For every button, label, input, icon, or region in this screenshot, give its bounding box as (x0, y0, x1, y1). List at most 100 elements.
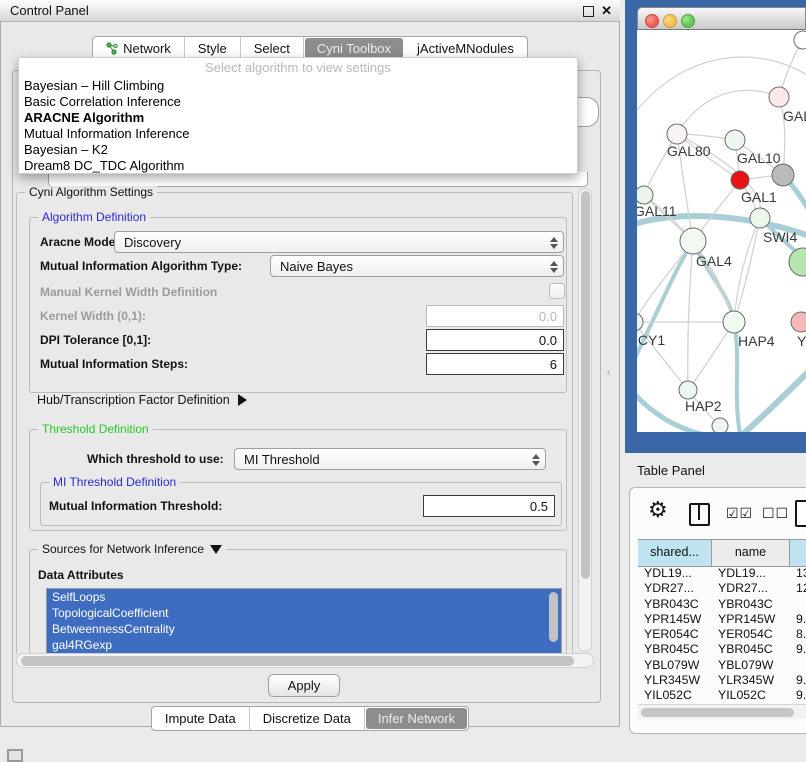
network-node-big-green[interactable] (789, 248, 806, 276)
mi-steps-input[interactable]: 6 (426, 353, 564, 375)
scrollbar-thumb[interactable] (581, 191, 590, 579)
network-node-gray-node[interactable] (772, 164, 794, 186)
algorithm-option[interactable]: Bayesian – K2 (19, 142, 577, 158)
network-node-GCY1[interactable] (637, 313, 643, 331)
scrollbar-thumb[interactable] (21, 656, 574, 666)
network-node-GAL10[interactable] (725, 130, 745, 150)
network-node-HAP2[interactable] (679, 381, 697, 399)
table-cell: 9. (790, 673, 806, 688)
table-row[interactable]: YER054CYER054C8. (638, 627, 806, 642)
split-view-icon[interactable] (689, 503, 710, 526)
network-node-HAP4[interactable] (723, 311, 745, 333)
manual-kernel-label: Manual Kernel Width Definition (40, 285, 217, 299)
table-column-header[interactable]: name (712, 540, 790, 566)
minimize-window-icon[interactable] (663, 14, 677, 28)
table-cell: YBR045C (638, 642, 712, 657)
settings-group-title: Cyni Algorithm Settings (25, 186, 157, 199)
panel-grip-icon[interactable] (7, 749, 23, 762)
expanded-arrow-icon[interactable] (210, 545, 222, 554)
table-cell: 9. (790, 688, 806, 703)
float-panel-icon[interactable] (583, 6, 594, 17)
table-horizontal-scrollbar[interactable] (638, 704, 806, 719)
table-cell (790, 658, 806, 673)
table-row[interactable]: YBL079WYBL079W (638, 658, 806, 673)
network-canvas[interactable]: GALGAL80GAL10GAL1GAL11SWI4GAL4GCY1HAP4YH… (637, 30, 806, 432)
close-panel-icon[interactable]: ✕ (601, 3, 612, 19)
document-icon[interactable] (795, 500, 806, 527)
network-node-bottom-node[interactable] (712, 418, 728, 432)
table-column-header[interactable]: shared... (638, 540, 712, 566)
dpi-tolerance-input[interactable]: 0.0 (426, 329, 564, 351)
dpi-tolerance-label: DPI Tolerance [0,1]: (40, 333, 151, 347)
network-node-SWI4[interactable] (750, 208, 770, 228)
table-row[interactable]: YPR145WYPR145W9. (638, 612, 806, 627)
network-node-gal-partial[interactable] (769, 87, 789, 107)
apply-button[interactable]: Apply (268, 674, 340, 697)
aracne-mode-combo[interactable]: Discovery (114, 231, 564, 253)
network-node-GAL1[interactable] (731, 171, 749, 189)
select-all-checks-icon[interactable]: ☑☑ (726, 505, 753, 522)
table-column-header[interactable] (790, 540, 806, 566)
gear-icon[interactable]: ⚙ (648, 497, 668, 523)
table-row[interactable]: YDL19...YDL19...13 (638, 566, 806, 581)
mi-steps-label: Mutual Information Steps: (40, 357, 188, 371)
close-window-icon[interactable] (645, 14, 659, 28)
table-row[interactable]: YIL052CYIL052C9. (638, 688, 806, 703)
attribute-list-item[interactable]: SelfLoops (47, 589, 561, 605)
attribute-list-item[interactable]: TopologicalCoefficient (47, 605, 561, 621)
tab-cyni-toolbox[interactable]: Cyni Toolbox (305, 38, 403, 59)
combo-box-fragment (577, 97, 599, 127)
node-label-GAL11: GAL11 (637, 203, 677, 219)
mi-type-combo[interactable]: Naive Bayes (270, 255, 564, 277)
attributes-list-scrollbar[interactable] (549, 592, 558, 642)
network-edge[interactable] (637, 241, 693, 322)
deselect-checks-icon[interactable]: ☐☐ (762, 505, 789, 522)
table-row[interactable]: YBR043CYBR043C (638, 597, 806, 612)
table-row[interactable]: YBR045CYBR045C9. (638, 642, 806, 657)
network-window-titlebar[interactable] (637, 7, 806, 30)
network-edge[interactable] (743, 368, 806, 432)
network-edge[interactable] (688, 322, 734, 390)
tab-infer-network[interactable]: Infer Network (366, 708, 467, 729)
algorithm-option[interactable]: Dream8 DC_TDC Algorithm (19, 158, 577, 174)
network-edge[interactable] (637, 241, 693, 370)
algorithm-option[interactable]: Mutual Information Inference (19, 126, 577, 142)
tab-label: Select (254, 41, 290, 56)
combo-box-fragment-bottom (48, 172, 588, 187)
network-node-node-top[interactable] (794, 31, 806, 49)
settings-vertical-scrollbar[interactable] (578, 188, 592, 652)
algorithm-option[interactable]: ARACNE Algorithm (19, 110, 577, 126)
network-edge[interactable] (677, 90, 779, 134)
algorithm-option[interactable]: Basic Correlation Inference (19, 94, 577, 110)
network-node-GAL11[interactable] (637, 186, 653, 204)
network-node-GAL80[interactable] (667, 124, 687, 144)
kernel-width-input[interactable]: 0.0 (426, 305, 564, 327)
node-label-HAP2: HAP2 (685, 398, 722, 414)
tab-discretize-data[interactable]: Discretize Data (250, 707, 365, 730)
table-cell: YBL079W (712, 658, 790, 673)
attribute-list-item[interactable]: gal4RGexp (47, 637, 561, 653)
network-tab-icon (106, 42, 118, 55)
settings-horizontal-scrollbar[interactable] (16, 653, 594, 668)
which-threshold-label: Which threshold to use: (87, 452, 224, 466)
algorithm-option[interactable]: Bayesian – Hill Climbing (19, 78, 577, 94)
network-node-GAL4[interactable] (680, 228, 706, 254)
settings-scroll-area: Cyni Algorithm Settings Algorithm Defini… (15, 186, 576, 654)
table-row[interactable]: YDR27...YDR27...12 (638, 581, 806, 596)
which-threshold-combo[interactable]: MI Threshold (234, 448, 546, 470)
splitter-handle[interactable]: ‹ (607, 368, 612, 377)
table-row[interactable]: YLR345WYLR345W9. (638, 673, 806, 688)
attribute-list-item[interactable]: BetweennessCentrality (47, 621, 561, 637)
network-edge[interactable] (734, 218, 760, 322)
mi-threshold-input[interactable]: 0.5 (423, 495, 555, 517)
node-label-GCY1: GCY1 (637, 332, 665, 348)
network-node-pink-right[interactable] (791, 312, 806, 332)
scrollbar-thumb[interactable] (641, 708, 794, 717)
manual-kernel-checkbox[interactable] (549, 283, 565, 299)
data-attributes-list[interactable]: SelfLoopsTopologicalCoefficientBetweenne… (46, 588, 562, 654)
zoom-window-icon[interactable] (681, 14, 695, 28)
hub-definition-toggle[interactable]: Hub/Transcription Factor Definition (37, 393, 247, 407)
tab-impute-data[interactable]: Impute Data (152, 707, 250, 730)
aracne-mode-label: Aracne Mode: (40, 235, 119, 249)
network-edge[interactable] (688, 241, 693, 390)
